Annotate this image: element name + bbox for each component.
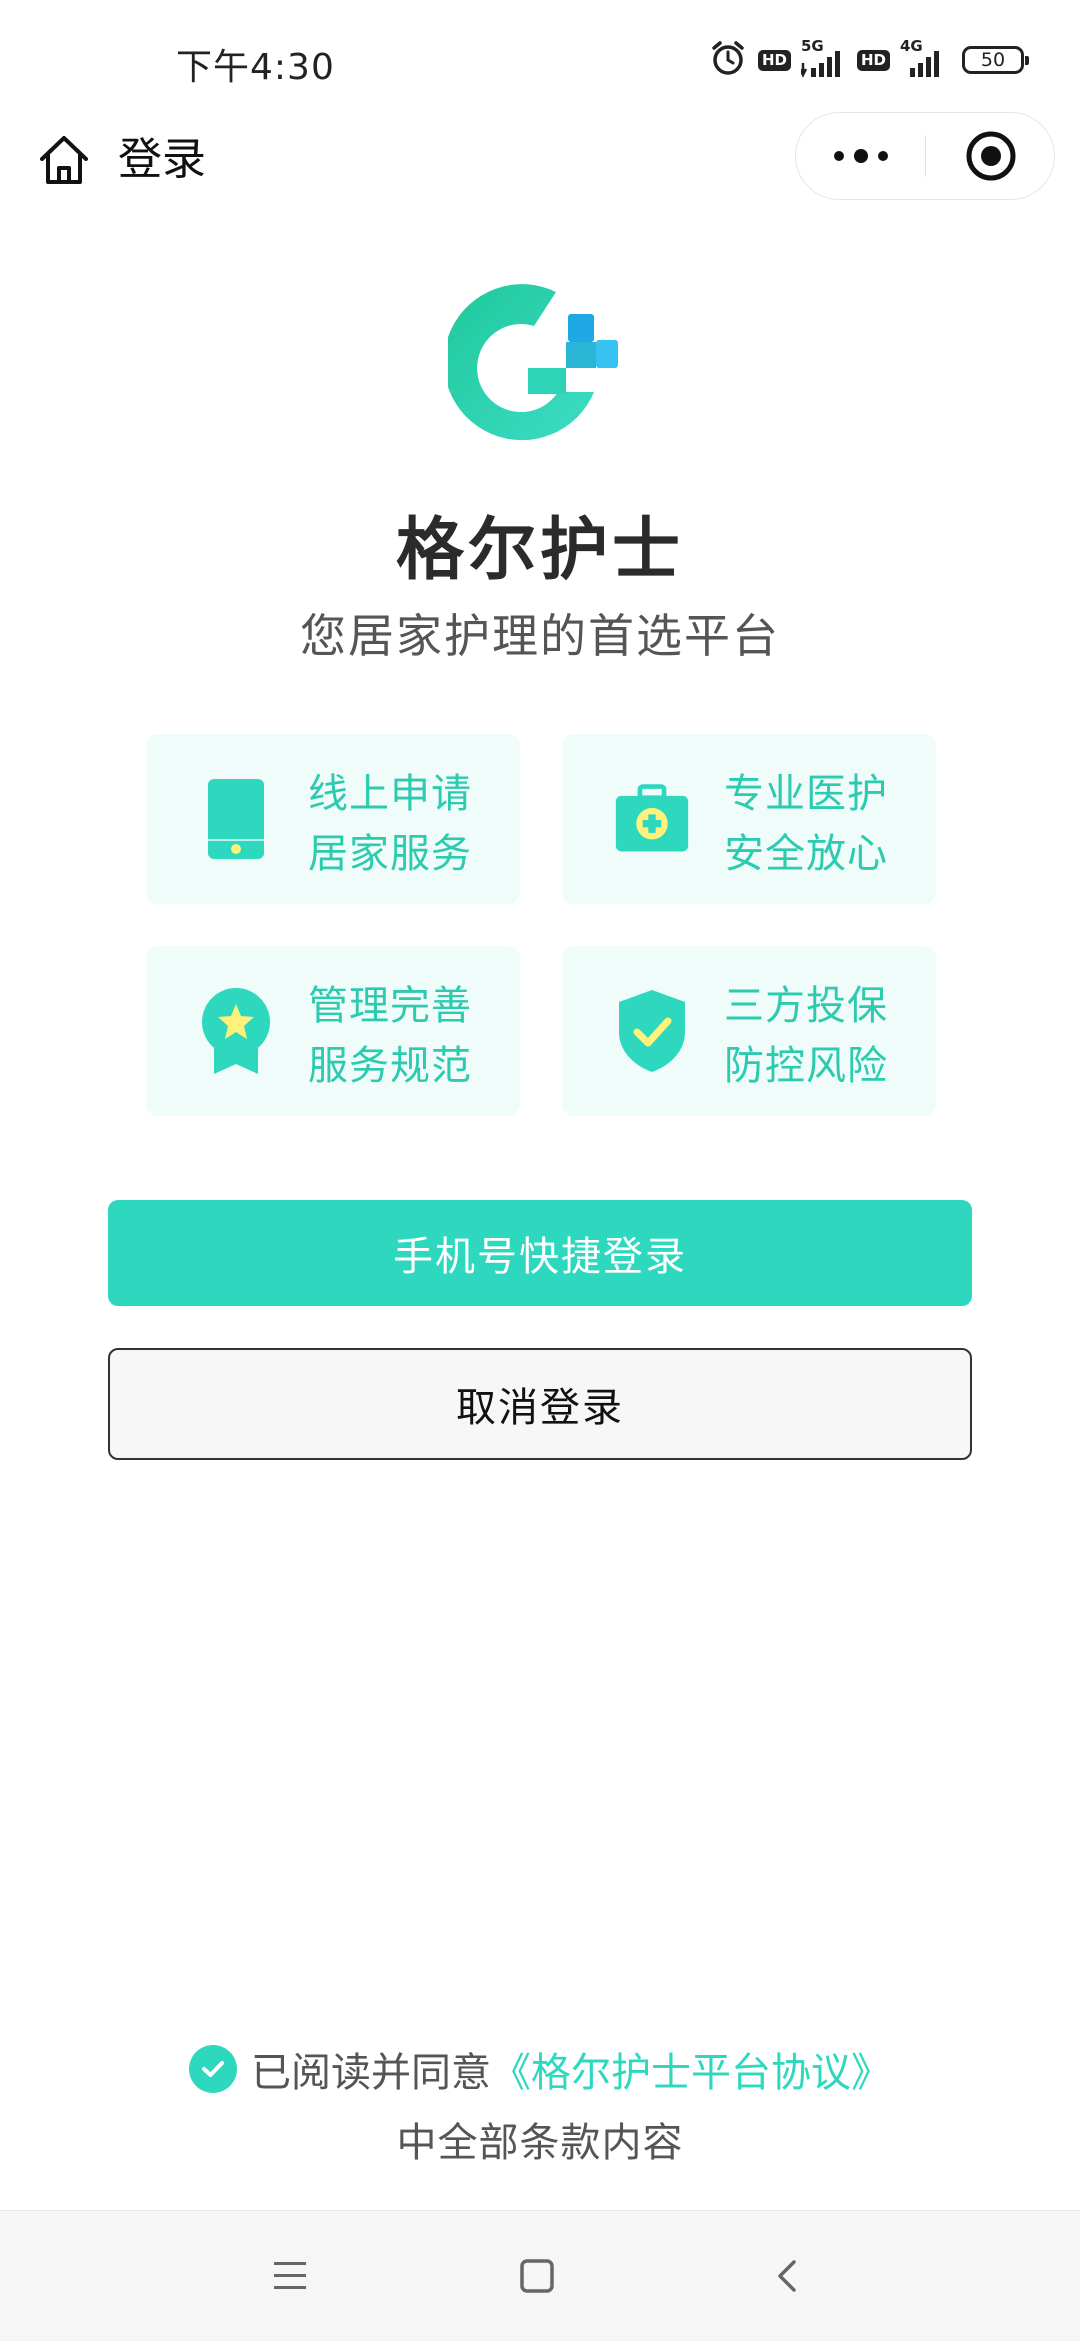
app-subtitle: 您居家护理的首选平台 <box>300 609 780 663</box>
phone-quick-login-button[interactable]: 手机号快捷登录 <box>108 1200 972 1306</box>
feature-line-2: 服务规范 <box>308 1043 472 1089</box>
cancel-login-button[interactable]: 取消登录 <box>108 1348 972 1460</box>
home-button[interactable] <box>32 128 96 192</box>
status-bar: 下午4:30 HD 5G HD 4G 50 <box>0 0 1080 110</box>
feature-card-online-apply: 线上申请 居家服务 <box>146 734 520 904</box>
page-title: 登录 <box>118 134 206 185</box>
hd-badge-2: HD <box>856 49 890 71</box>
battery-icon: 50 <box>962 46 1029 74</box>
feature-text: 三方投保 防控风险 <box>724 976 888 1096</box>
target-close-icon <box>966 131 1016 181</box>
agreement: 已阅读并同意 《格尔护士平台协议》 中全部条款内容 <box>0 2040 1080 2168</box>
feature-line-2: 安全放心 <box>724 831 888 877</box>
app-title: 格尔护士 <box>395 511 684 590</box>
battery-level: 50 <box>980 49 1006 71</box>
check-icon <box>202 2061 224 2077</box>
medical-kit-icon <box>614 774 690 864</box>
feature-line-2: 防控风险 <box>724 1043 888 1089</box>
signal-4g-icon: 4G <box>900 37 946 79</box>
feature-line-1: 管理完善 <box>308 983 472 1029</box>
feature-card-professional-care: 专业医护 安全放心 <box>562 734 936 904</box>
feature-card-management: 管理完善 服务规范 <box>146 946 520 1116</box>
network-type-label: 5G <box>800 37 824 55</box>
signal-5g-icon: 5G <box>800 37 847 79</box>
phone-icon <box>198 774 274 864</box>
agreement-line: 已阅读并同意 《格尔护士平台协议》 <box>0 2040 1080 2098</box>
status-time: 下午4:30 <box>176 47 335 88</box>
feature-card-insurance: 三方投保 防控风险 <box>562 946 936 1116</box>
close-miniprogram-button[interactable] <box>926 113 1056 199</box>
menu-icon <box>274 2262 306 2289</box>
feature-text: 管理完善 服务规范 <box>308 976 472 1096</box>
nav-bar: 登录 <box>0 110 1080 210</box>
menu-button[interactable] <box>255 2241 325 2311</box>
feature-text: 专业医护 安全放心 <box>724 764 888 884</box>
miniprogram-capsule <box>795 112 1055 200</box>
agreement-prefix: 已阅读并同意 <box>251 2050 491 2096</box>
more-dots-icon <box>834 149 888 163</box>
award-badge-icon <box>198 986 274 1076</box>
agreement-link[interactable]: 《格尔护士平台协议》 <box>491 2040 891 2098</box>
agreement-suffix: 中全部条款内容 <box>396 2120 684 2166</box>
home-nav-button[interactable] <box>502 2241 572 2311</box>
back-button[interactable] <box>753 2241 823 2311</box>
hd-badge: HD <box>757 49 791 71</box>
feature-line-2: 居家服务 <box>308 831 472 877</box>
feature-text: 线上申请 居家服务 <box>308 764 472 884</box>
square-home-icon <box>520 2259 554 2293</box>
status-icons: HD 5G HD 4G 50 <box>708 37 1029 82</box>
more-button[interactable] <box>796 113 926 199</box>
alarm-icon <box>708 38 748 82</box>
shield-check-icon <box>614 986 690 1076</box>
system-navigation-bar <box>0 2210 1080 2341</box>
agreement-checkbox[interactable] <box>189 2045 237 2093</box>
network-type-label-2: 4G <box>900 37 923 55</box>
feature-line-1: 线上申请 <box>308 771 472 817</box>
feature-line-1: 专业医护 <box>724 771 888 817</box>
feature-line-1: 三方投保 <box>724 983 888 1029</box>
home-icon <box>40 136 88 184</box>
back-chevron-icon <box>778 2260 796 2292</box>
app-logo <box>443 284 634 454</box>
